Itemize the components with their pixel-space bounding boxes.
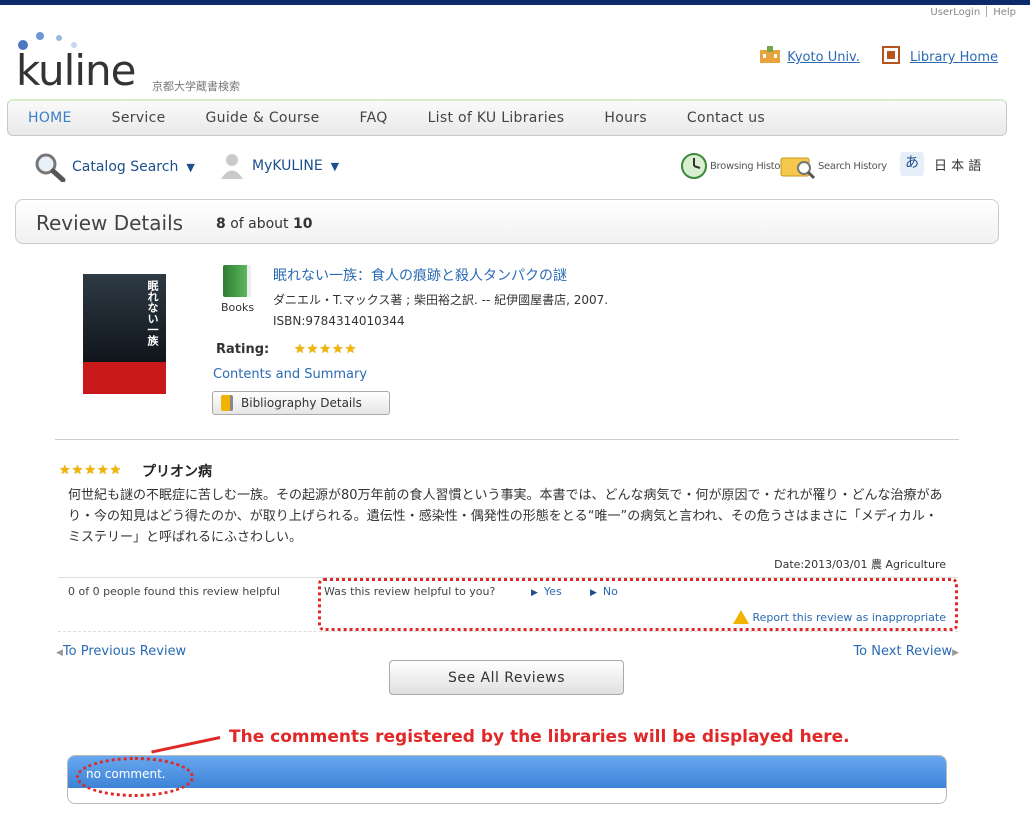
star-icon: ★ xyxy=(84,463,96,478)
review-stars: ★ ★ ★ ★ ★ xyxy=(59,463,121,478)
star-icon: ★ xyxy=(96,463,109,478)
bibliography-details-label: Bibliography Details xyxy=(241,396,362,410)
chevron-down-icon: ▼ xyxy=(186,160,195,174)
top-bar xyxy=(0,0,1030,5)
of-about-label: of about xyxy=(230,216,289,232)
star-icon: ★ xyxy=(71,463,84,478)
star-icon: ★ xyxy=(344,342,357,357)
previous-review-link[interactable]: ◀To Previous Review xyxy=(56,644,186,659)
previous-review-label: To Previous Review xyxy=(62,644,187,659)
chevron-left-icon: ◀ xyxy=(56,648,63,658)
next-review-label: To Next Review xyxy=(853,644,953,659)
nav-ku-libraries[interactable]: List of KU Libraries xyxy=(428,110,565,126)
clock-icon xyxy=(681,153,707,179)
current-index: 8 xyxy=(216,216,226,232)
nav-home[interactable]: HOME xyxy=(28,110,72,126)
divider xyxy=(58,631,958,632)
library-home-link[interactable]: Library Home xyxy=(910,50,998,65)
user-links: UserLogin Help xyxy=(930,6,1016,18)
magnifier-icon xyxy=(35,153,66,182)
user-icon xyxy=(221,154,243,179)
chevron-right-icon: ▶ xyxy=(952,648,959,658)
chevron-down-icon: ▼ xyxy=(330,159,340,173)
book-author-line: ダニエル・T.マックス著 ; 柴田裕之訳. -- 紀伊國屋書店, 2007. xyxy=(273,293,609,307)
nav-hours[interactable]: Hours xyxy=(604,110,647,126)
see-all-reviews-button[interactable]: See All Reviews xyxy=(389,660,624,695)
star-icon: ★ xyxy=(294,342,306,357)
japanese-language-icon: あ xyxy=(900,152,924,176)
book-isbn: ISBN:9784314010344 xyxy=(273,314,405,328)
book-info: 眠れない一族：食人の痕跡と殺人タンパクの謎 ダニエル・T.マックス著 ; 柴田裕… xyxy=(273,265,608,328)
divider xyxy=(986,6,988,17)
search-history-label: Search History xyxy=(818,160,887,172)
library-comments-panel: no comment. xyxy=(67,755,947,804)
mykuline-menu[interactable]: MyKULINE ▼ xyxy=(220,152,339,180)
rating-label: Rating: xyxy=(216,342,270,357)
user-login-link[interactable]: UserLogin xyxy=(930,7,980,18)
annotation-arrow xyxy=(151,736,221,754)
book-rating: Rating: ★ ★ ★ ★ ★ xyxy=(216,342,356,357)
book-title-link[interactable]: 眠れない一族：食人の痕跡と殺人タンパクの謎 xyxy=(273,265,608,285)
contents-summary-link[interactable]: Contents and Summary xyxy=(213,367,367,382)
review-details-header: Review Details 8 of about 10 xyxy=(15,199,999,244)
browsing-history-link[interactable]: Browsing History xyxy=(680,152,790,180)
folder-search-icon xyxy=(780,157,816,180)
cover-band xyxy=(83,362,166,394)
kyoto-univ-link[interactable]: Kyoto Univ. xyxy=(787,50,860,65)
review-body: 何世紀も謎の不眠症に苦しむ一族。その起源が80万年前の食人習慣という事実。本書で… xyxy=(68,488,943,545)
book-icon xyxy=(223,265,251,297)
total-count: 10 xyxy=(293,216,313,232)
highlight-ellipse xyxy=(76,757,194,797)
material-type-label: Books xyxy=(221,301,255,314)
book-cover[interactable]: 眠れない一族 xyxy=(83,274,166,394)
review-date: Date:2013/03/01 農 Agriculture xyxy=(774,558,946,571)
search-history-link[interactable]: Search History xyxy=(780,152,887,180)
building-icon xyxy=(759,46,781,64)
book-icon xyxy=(221,395,233,411)
star-icon: ★ xyxy=(59,463,71,478)
highlight-box xyxy=(318,578,958,631)
catalog-search-label: Catalog Search xyxy=(72,159,179,175)
top-links: Kyoto Univ. Library Home xyxy=(759,46,998,65)
language-label: 日 本 語 xyxy=(934,158,982,174)
catalog-search-menu[interactable]: Catalog Search ▼ xyxy=(34,152,195,182)
logo-dots xyxy=(16,30,96,52)
page-title: Review Details xyxy=(36,211,184,235)
library-icon xyxy=(882,46,904,64)
nav-service[interactable]: Service xyxy=(112,110,166,126)
helpful-count: 0 of 0 people found this review helpful xyxy=(68,585,281,598)
comment-text: no comment. xyxy=(68,756,946,788)
bibliography-details-button[interactable]: Bibliography Details xyxy=(212,391,390,415)
nav-guide-course[interactable]: Guide & Course xyxy=(206,110,320,126)
rating-stars: ★ ★ ★ ★ ★ xyxy=(294,342,356,357)
language-toggle[interactable]: あ 日 本 語 xyxy=(900,152,981,176)
logo[interactable]: kuline 京都大学蔵書検索 xyxy=(16,30,240,95)
cover-title: 眠れない一族 xyxy=(146,280,159,346)
star-icon: ★ xyxy=(306,342,319,357)
nav-faq[interactable]: FAQ xyxy=(360,110,388,126)
star-icon: ★ xyxy=(109,463,122,478)
divider xyxy=(55,439,959,440)
star-icon: ★ xyxy=(319,342,331,357)
annotation-text: The comments registered by the libraries… xyxy=(229,727,850,747)
help-link[interactable]: Help xyxy=(993,7,1016,18)
star-icon: ★ xyxy=(331,342,344,357)
browsing-history-label: Browsing History xyxy=(710,160,790,172)
toolbar: Catalog Search ▼ MyKULINE ▼ Browsing Histo… xyxy=(34,150,994,184)
logo-subtitle: 京都大学蔵書検索 xyxy=(152,80,240,93)
material-type: Books xyxy=(221,265,255,314)
next-review-link[interactable]: To Next Review▶ xyxy=(853,644,959,659)
review-position: 8 of about 10 xyxy=(216,216,312,232)
review-title: プリオン病 xyxy=(142,464,212,480)
main-nav: HOME Service Guide & Course FAQ List of … xyxy=(7,99,1007,136)
logo-wordmark: kuline xyxy=(16,46,136,95)
nav-contact[interactable]: Contact us xyxy=(687,110,765,126)
mykuline-label: MyKULINE xyxy=(252,158,323,174)
